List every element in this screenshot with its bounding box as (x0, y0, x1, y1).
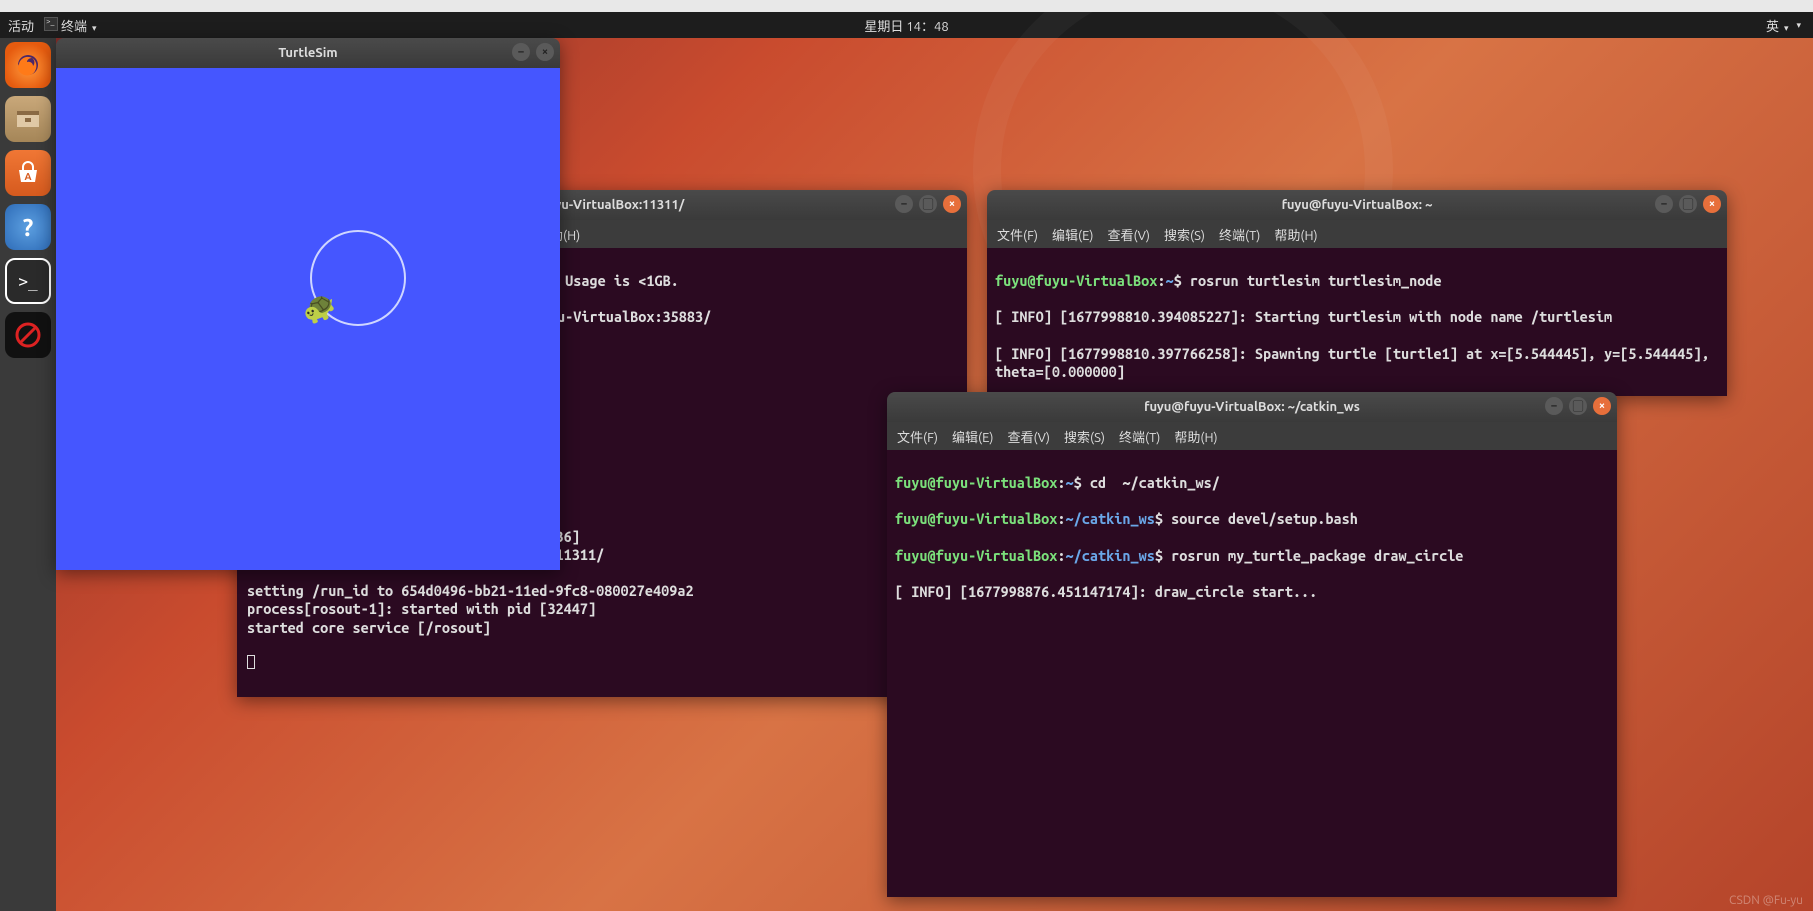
terminal-output[interactable]: fuyu@fuyu-VirtualBox:~$ cd ~/catkin_ws/ … (887, 450, 1617, 897)
ime-indicator[interactable]: 英 ▾ (1766, 16, 1789, 35)
window-title: fuyu@fuyu-VirtualBox: ~/catkin_ws (1144, 400, 1360, 414)
menu-terminal[interactable]: 终端(T) (1219, 225, 1260, 244)
menu-view[interactable]: 查看(V) (1108, 225, 1150, 244)
svg-text:A: A (24, 171, 31, 182)
close-button[interactable]: × (943, 195, 961, 213)
watermark: CSDN @Fu-yu (1729, 894, 1803, 907)
chevron-down-icon[interactable]: ▾ (1796, 20, 1801, 31)
terminal-icon (44, 17, 58, 31)
minimize-button[interactable]: – (1655, 195, 1673, 213)
cursor (247, 655, 255, 669)
maximize-button[interactable]: ▢ (1569, 397, 1587, 415)
titlebar[interactable]: TurtleSim – × (56, 38, 560, 68)
menu-search[interactable]: 搜索(S) (1064, 427, 1105, 446)
titlebar[interactable]: fuyu@fuyu-VirtualBox: ~/catkin_ws – ▢ × (887, 392, 1617, 422)
software-store-icon[interactable]: A (5, 150, 51, 196)
menu-file[interactable]: 文件(F) (997, 225, 1038, 244)
close-button[interactable]: × (1703, 195, 1721, 213)
blocked-app-icon[interactable] (5, 312, 51, 358)
close-button[interactable]: × (536, 43, 554, 61)
maximize-button[interactable]: ▢ (919, 195, 937, 213)
terminal-launcher-icon[interactable]: >_ (5, 258, 51, 304)
gnome-top-panel: 活动 终端 ▾ 星期日 14：48 英 ▾ ▾ (0, 12, 1813, 38)
minimize-button[interactable]: – (1545, 397, 1563, 415)
terminal-output[interactable]: fuyu@fuyu-VirtualBox:~$ rosrun turtlesim… (987, 248, 1727, 396)
minimize-button[interactable]: – (895, 195, 913, 213)
menu-help[interactable]: 帮助(H) (1174, 427, 1217, 446)
window-title: TurtleSim (278, 46, 337, 60)
minimize-button[interactable]: – (512, 43, 530, 61)
titlebar[interactable]: fuyu@fuyu-VirtualBox: ~ – ▢ × (987, 190, 1727, 220)
menu-search[interactable]: 搜索(S) (1164, 225, 1205, 244)
activities-button[interactable]: 活动 (8, 16, 34, 35)
chevron-down-icon: ▾ (92, 23, 97, 33)
files-icon[interactable] (5, 96, 51, 142)
help-icon[interactable]: ? (5, 204, 51, 250)
maximize-button[interactable]: ▢ (1679, 195, 1697, 213)
terminal-window-turtlesim-node[interactable]: fuyu@fuyu-VirtualBox: ~ – ▢ × 文件(F) 编辑(E… (987, 190, 1727, 396)
turtlesim-canvas: 🐢 (56, 68, 560, 570)
menu-edit[interactable]: 编辑(E) (1052, 225, 1093, 244)
app-menu-indicator[interactable]: 终端 ▾ (44, 16, 97, 35)
dock: A ? >_ (0, 38, 56, 911)
chevron-down-icon: ▾ (1784, 23, 1789, 33)
menu-view[interactable]: 查看(V) (1008, 427, 1050, 446)
firefox-icon[interactable] (5, 42, 51, 88)
close-button[interactable]: × (1593, 397, 1611, 415)
menu-help[interactable]: 帮助(H) (1274, 225, 1317, 244)
terminal-menubar: 文件(F) 编辑(E) 查看(V) 搜索(S) 终端(T) 帮助(H) (887, 422, 1617, 450)
menu-edit[interactable]: 编辑(E) (952, 427, 993, 446)
window-title: fuyu@fuyu-VirtualBox: ~ (1282, 198, 1433, 212)
terminal-menubar: 文件(F) 编辑(E) 查看(V) 搜索(S) 终端(T) 帮助(H) (987, 220, 1727, 248)
menu-terminal[interactable]: 终端(T) (1119, 427, 1160, 446)
menu-file[interactable]: 文件(F) (897, 427, 938, 446)
terminal-window-catkin[interactable]: fuyu@fuyu-VirtualBox: ~/catkin_ws – ▢ × … (887, 392, 1617, 897)
browser-tab-strip (0, 0, 1813, 12)
turtlesim-window[interactable]: TurtleSim – × 🐢 (56, 38, 560, 570)
clock[interactable]: 星期日 14：48 (864, 16, 948, 35)
